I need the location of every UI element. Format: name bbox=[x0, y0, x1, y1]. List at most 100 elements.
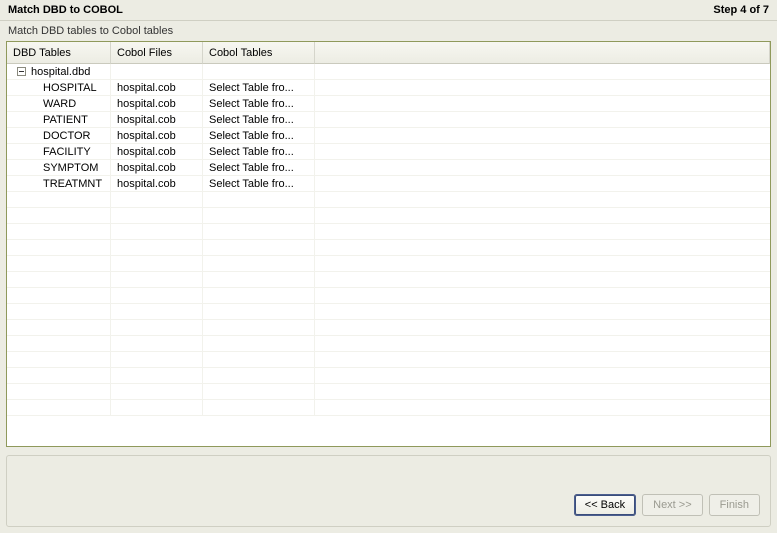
empty-cell bbox=[203, 240, 315, 255]
cobol-table-label: Select Table fro... bbox=[209, 162, 294, 174]
empty-cell bbox=[315, 160, 770, 175]
empty-cell bbox=[7, 224, 111, 239]
dbd-label: DOCTOR bbox=[43, 130, 90, 142]
empty-row bbox=[7, 352, 770, 368]
column-header-dbd[interactable]: DBD Tables bbox=[7, 42, 111, 64]
table-row[interactable]: FACILITY hospital.cob Select Table fro... bbox=[7, 144, 770, 160]
empty-cell bbox=[315, 304, 770, 319]
empty-cell bbox=[315, 336, 770, 351]
tree-root-row[interactable]: hospital.dbd bbox=[7, 64, 770, 80]
empty-row bbox=[7, 272, 770, 288]
cobol-file-cell[interactable]: hospital.cob bbox=[111, 144, 203, 159]
dbd-label: TREATMNT bbox=[43, 178, 102, 190]
cobol-file-label: hospital.cob bbox=[117, 146, 176, 158]
expand-collapse-icon[interactable] bbox=[17, 67, 26, 76]
empty-row bbox=[7, 320, 770, 336]
empty-cell bbox=[111, 288, 203, 303]
column-header-spacer bbox=[315, 42, 770, 64]
cobol-file-label: hospital.cob bbox=[117, 114, 176, 126]
cobol-file-cell[interactable]: hospital.cob bbox=[111, 96, 203, 111]
empty-cell bbox=[7, 320, 111, 335]
empty-cell bbox=[203, 320, 315, 335]
empty-cell bbox=[315, 256, 770, 271]
cobol-table-cell[interactable]: Select Table fro... bbox=[203, 176, 315, 191]
dbd-cell[interactable]: WARD bbox=[7, 96, 111, 111]
empty-cell bbox=[203, 208, 315, 223]
empty-cell bbox=[315, 144, 770, 159]
empty-cell bbox=[315, 112, 770, 127]
table-header: DBD Tables Cobol Files Cobol Tables bbox=[7, 42, 770, 64]
empty-cell bbox=[7, 272, 111, 287]
empty-cell bbox=[315, 64, 770, 79]
cobol-table-cell[interactable]: Select Table fro... bbox=[203, 144, 315, 159]
dbd-cell[interactable]: TREATMNT bbox=[7, 176, 111, 191]
empty-cell bbox=[315, 176, 770, 191]
cobol-file-cell[interactable]: hospital.cob bbox=[111, 112, 203, 127]
wizard-window: Match DBD to COBOL Step 4 of 7 Match DBD… bbox=[0, 0, 777, 533]
cobol-table-cell[interactable]: Select Table fro... bbox=[203, 160, 315, 175]
empty-cell bbox=[315, 368, 770, 383]
dbd-cell[interactable]: DOCTOR bbox=[7, 128, 111, 143]
table-row[interactable]: WARD hospital.cob Select Table fro... bbox=[7, 96, 770, 112]
dbd-label: PATIENT bbox=[43, 114, 88, 126]
cobol-table-label: Select Table fro... bbox=[209, 82, 294, 94]
empty-cell bbox=[7, 400, 111, 415]
empty-cell bbox=[111, 320, 203, 335]
empty-cell bbox=[203, 256, 315, 271]
dbd-cell[interactable]: FACILITY bbox=[7, 144, 111, 159]
cobol-file-label: hospital.cob bbox=[117, 178, 176, 190]
table-row[interactable]: SYMPTOMhospital.cob Select Table fro... bbox=[7, 160, 770, 176]
cobol-file-cell[interactable]: hospital.cob bbox=[111, 128, 203, 143]
empty-row bbox=[7, 192, 770, 208]
finish-button[interactable]: Finish bbox=[709, 494, 760, 516]
empty-cell bbox=[111, 224, 203, 239]
empty-cell bbox=[7, 368, 111, 383]
dbd-cell[interactable]: PATIENT bbox=[7, 112, 111, 127]
cobol-table-cell[interactable]: Select Table fro... bbox=[203, 80, 315, 95]
next-button[interactable]: Next >> bbox=[642, 494, 703, 516]
empty-cell bbox=[315, 320, 770, 335]
empty-cell bbox=[111, 256, 203, 271]
cobol-file-cell[interactable]: hospital.cob bbox=[111, 160, 203, 175]
empty-row bbox=[7, 400, 770, 416]
cobol-file-cell[interactable]: hospital.cob bbox=[111, 176, 203, 191]
cobol-table-label: Select Table fro... bbox=[209, 178, 294, 190]
dbd-label: WARD bbox=[43, 98, 76, 110]
empty-cell bbox=[203, 192, 315, 207]
dbd-cell[interactable]: HOSPITAL bbox=[7, 80, 111, 95]
tree-root-cell[interactable]: hospital.dbd bbox=[7, 64, 111, 79]
empty-cell bbox=[315, 80, 770, 95]
cobol-file-cell[interactable]: hospital.cob bbox=[111, 80, 203, 95]
table-row[interactable]: DOCTOR hospital.cobSelect Table fro... bbox=[7, 128, 770, 144]
cobol-table-cell[interactable]: Select Table fro... bbox=[203, 96, 315, 111]
empty-cell bbox=[315, 224, 770, 239]
cobol-table-cell[interactable]: Select Table fro... bbox=[203, 128, 315, 143]
empty-cell bbox=[111, 64, 203, 79]
table-row[interactable]: HOSPITALhospital.cob Select Table fro... bbox=[7, 80, 770, 96]
empty-cell bbox=[111, 304, 203, 319]
empty-row bbox=[7, 384, 770, 400]
dbd-cell[interactable]: SYMPTOM bbox=[7, 160, 111, 175]
table-row[interactable]: TREATMNT hospital.cob Select Table fro... bbox=[7, 176, 770, 192]
empty-cell bbox=[315, 240, 770, 255]
empty-cell bbox=[203, 288, 315, 303]
mapping-table: DBD Tables Cobol Files Cobol Tables hosp… bbox=[6, 41, 771, 447]
table-row[interactable]: PATIENT hospital.cob Select Table fro... bbox=[7, 112, 770, 128]
empty-cell bbox=[203, 352, 315, 367]
empty-cell bbox=[315, 384, 770, 399]
cobol-table-label: Select Table fro... bbox=[209, 114, 294, 126]
cobol-table-cell[interactable]: Select Table fro... bbox=[203, 112, 315, 127]
back-button[interactable]: << Back bbox=[574, 494, 636, 516]
cobol-table-label: Select Table fro... bbox=[209, 98, 294, 110]
column-header-cobol[interactable]: Cobol Tables bbox=[203, 42, 315, 64]
empty-cell bbox=[203, 384, 315, 399]
empty-cell bbox=[111, 368, 203, 383]
empty-cell bbox=[315, 400, 770, 415]
column-header-file[interactable]: Cobol Files bbox=[111, 42, 203, 64]
tree-root-label: hospital.dbd bbox=[31, 66, 90, 78]
empty-cell bbox=[7, 256, 111, 271]
empty-cell bbox=[111, 192, 203, 207]
wizard-header: Match DBD to COBOL Step 4 of 7 bbox=[0, 0, 777, 21]
empty-row bbox=[7, 288, 770, 304]
empty-cell bbox=[7, 192, 111, 207]
